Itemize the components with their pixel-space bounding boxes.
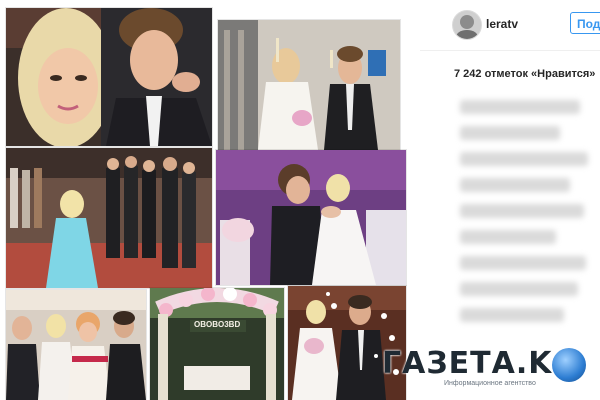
follow-button[interactable]: Под <box>570 12 600 34</box>
watermark-logo-text: ГАЗЕТА.KG <box>382 346 579 381</box>
group-photo <box>6 290 146 400</box>
champagne-toast-photo <box>218 20 400 150</box>
instagram-post-pane: leratv Под 7 242 отметок «Нравится» <box>420 0 600 400</box>
post-username[interactable]: leratv <box>486 17 518 31</box>
arch-sign-text: OBOBO3BD <box>194 320 241 329</box>
flower-arch-photo: OBOBO3BD <box>150 288 284 400</box>
user-avatar[interactable] <box>452 10 482 40</box>
ballroom-guests-photo <box>6 148 212 288</box>
globe-icon <box>552 348 586 382</box>
gazeta-kg-watermark: ГАЗЕТА.KG Информационное агентство <box>382 346 592 390</box>
watermark-tagline: Информационное агентство <box>444 380 536 387</box>
photo-collage: OBOBO3BD <box>0 0 420 400</box>
first-dance-photo <box>216 150 406 285</box>
likes-count[interactable]: 7 242 отметок «Нравится» <box>454 68 595 80</box>
selfie-photo <box>6 8 212 146</box>
post-header: leratv Под <box>420 0 600 51</box>
